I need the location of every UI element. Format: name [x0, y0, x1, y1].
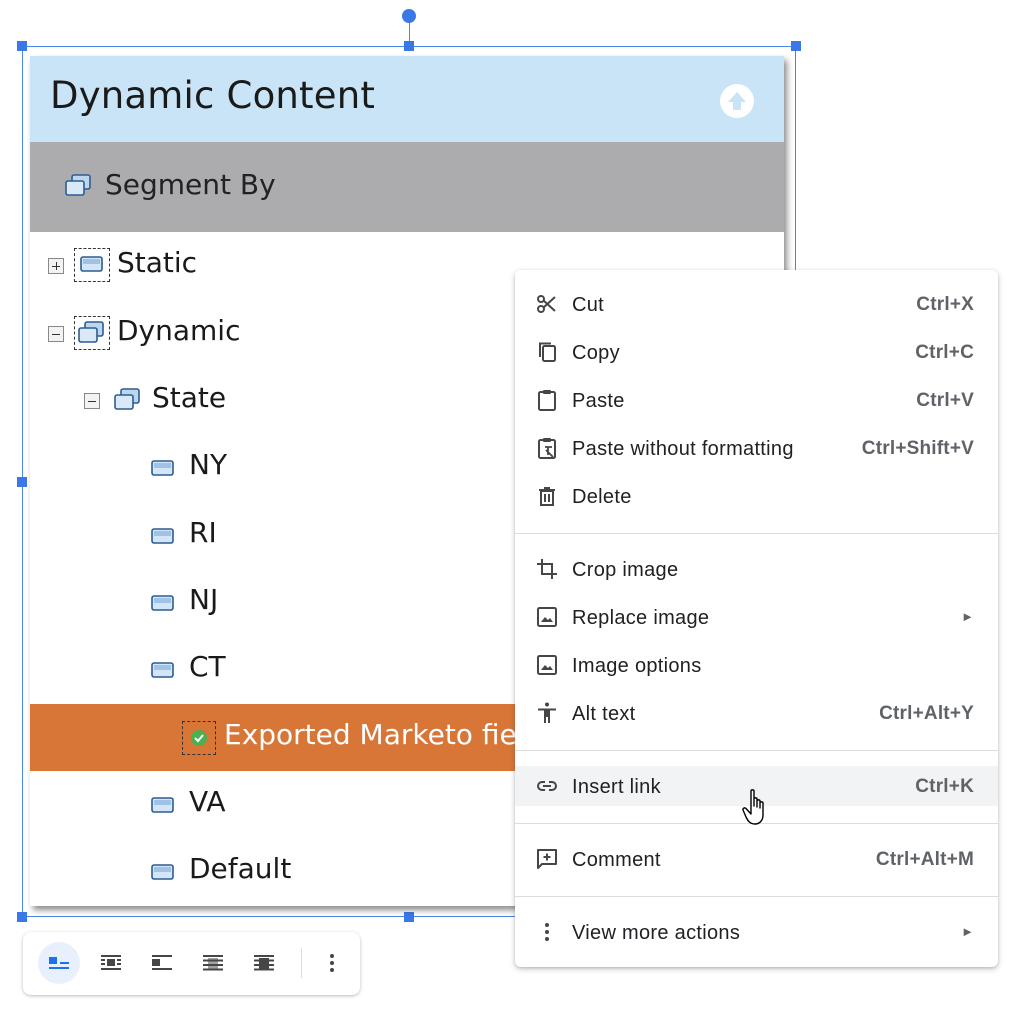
- wrap-text-icon: [101, 955, 121, 970]
- menu-item-replace-image[interactable]: Replace image ►: [515, 597, 998, 637]
- context-menu: Cut Ctrl+X Copy Ctrl+C Paste Ctrl+V Paste with…: [515, 270, 998, 967]
- menu-item-delete[interactable]: Delete: [515, 476, 998, 516]
- image-header: Dynamic Content: [30, 56, 784, 142]
- menu-item-comment[interactable]: Comment Ctrl+Alt+M: [515, 839, 998, 879]
- menu-item-shortcut: Ctrl+K: [915, 776, 974, 797]
- menu-item-image-options[interactable]: Image options: [515, 645, 998, 685]
- menu-item-label: Delete: [572, 486, 632, 508]
- segmentation-icon: [113, 388, 141, 416]
- break-text-icon: [152, 955, 172, 970]
- segment-node-icon: [150, 660, 176, 684]
- resize-handle-bottom[interactable]: [404, 912, 414, 922]
- menu-separator: [515, 533, 998, 534]
- rotate-handle[interactable]: [402, 9, 416, 23]
- segment-node-icon: [150, 526, 176, 550]
- menu-item-label: Paste without formatting: [572, 438, 794, 460]
- menu-item-label: Paste: [572, 390, 625, 412]
- menu-item-label: Copy: [572, 342, 620, 364]
- copy-icon: [535, 340, 559, 364]
- tree-node-label: RI: [189, 516, 217, 549]
- menu-item-label: Alt text: [572, 703, 636, 725]
- resize-handle-top-left[interactable]: [17, 41, 27, 51]
- tree-node-label: Static: [117, 246, 198, 279]
- collapse-icon[interactable]: [48, 326, 64, 342]
- submenu-arrow-icon: ►: [961, 609, 974, 624]
- menu-item-label: View more actions: [572, 922, 741, 944]
- collapse-icon[interactable]: [84, 393, 100, 409]
- menu-item-paste[interactable]: Paste Ctrl+V: [515, 380, 998, 420]
- menu-separator: [515, 896, 998, 897]
- more-options-button[interactable]: [311, 942, 353, 984]
- behind-text-icon: [203, 955, 223, 971]
- menu-item-label: Image options: [572, 655, 702, 677]
- resize-handle-top[interactable]: [404, 41, 414, 51]
- menu-item-label: Crop image: [572, 559, 679, 581]
- crop-icon: [535, 557, 559, 581]
- menu-item-shortcut: Ctrl+X: [916, 294, 974, 315]
- segment-node-icon: [150, 795, 176, 819]
- menu-item-copy[interactable]: Copy Ctrl+C: [515, 332, 998, 372]
- image-toolbar: [23, 932, 360, 995]
- clipboard-icon: [535, 388, 559, 412]
- segment-node-icon: [150, 862, 176, 886]
- approved-check-icon: [189, 728, 209, 752]
- in-front-of-text-button[interactable]: [243, 942, 285, 984]
- tree-node-label: Default: [189, 852, 292, 885]
- upload-icon: [720, 84, 754, 118]
- hand-pointer-icon: [742, 788, 770, 833]
- resize-handle-left[interactable]: [17, 477, 27, 487]
- tree-node-label: Exported Marketo fiel: [224, 718, 525, 751]
- menu-item-shortcut: Ctrl+Shift+V: [861, 438, 974, 459]
- in-front-of-text-icon: [254, 955, 274, 971]
- paste-plain-icon: [535, 436, 559, 460]
- more-vert-icon: [330, 954, 334, 972]
- image-icon: [535, 605, 559, 629]
- scissors-icon: [535, 292, 559, 316]
- toolbar-separator: [301, 948, 302, 978]
- segmentation-icon: [77, 321, 105, 349]
- submenu-arrow-icon: ►: [961, 924, 974, 939]
- menu-item-shortcut: Ctrl+Alt+Y: [879, 703, 974, 724]
- segment-node-icon: [150, 458, 176, 482]
- resize-handle-top-right[interactable]: [791, 41, 801, 51]
- image-title: Dynamic Content: [50, 74, 376, 117]
- tree-node-label: Dynamic: [117, 314, 241, 347]
- menu-item-view-more-actions[interactable]: View more actions ►: [515, 912, 998, 952]
- segment-icon: [64, 174, 92, 202]
- segment-by-bar: Segment By: [30, 142, 784, 232]
- menu-item-label: Cut: [572, 294, 605, 316]
- menu-item-crop-image[interactable]: Crop image: [515, 549, 998, 589]
- break-text-button[interactable]: [141, 942, 183, 984]
- comment-add-icon: [535, 847, 559, 871]
- segment-node-icon: [79, 254, 105, 278]
- segment-node-icon: [150, 593, 176, 617]
- menu-item-shortcut: Ctrl+V: [916, 390, 974, 411]
- tree-node-label: VA: [189, 785, 226, 818]
- tree-node-label: CT: [189, 650, 226, 683]
- menu-item-shortcut: Ctrl+Alt+M: [875, 849, 974, 870]
- menu-item-shortcut: Ctrl+C: [915, 342, 974, 363]
- menu-item-paste-without-formatting[interactable]: Paste without formatting Ctrl+Shift+V: [515, 428, 998, 468]
- segment-by-label: Segment By: [105, 168, 276, 201]
- image-icon: [535, 653, 559, 677]
- expand-icon[interactable]: [48, 258, 64, 274]
- accessibility-icon: [535, 701, 559, 725]
- tree-node-label: NJ: [189, 583, 219, 616]
- menu-item-alt-text[interactable]: Alt text Ctrl+Alt+Y: [515, 693, 998, 733]
- wrap-inline-icon: [49, 957, 69, 969]
- behind-text-button[interactable]: [192, 942, 234, 984]
- trash-icon: [535, 484, 559, 508]
- menu-item-cut[interactable]: Cut Ctrl+X: [515, 284, 998, 324]
- more-vert-icon: [535, 920, 559, 944]
- menu-item-label: Insert link: [572, 776, 661, 798]
- menu-item-label: Comment: [572, 849, 661, 871]
- wrap-text-button[interactable]: [90, 942, 132, 984]
- resize-handle-bottom-left[interactable]: [17, 912, 27, 922]
- tree-node-label: NY: [189, 448, 228, 481]
- menu-item-label: Replace image: [572, 607, 710, 629]
- link-icon: [535, 774, 559, 798]
- menu-separator: [515, 750, 998, 751]
- wrap-inline-button[interactable]: [38, 942, 80, 984]
- tree-node-label: State: [152, 381, 227, 414]
